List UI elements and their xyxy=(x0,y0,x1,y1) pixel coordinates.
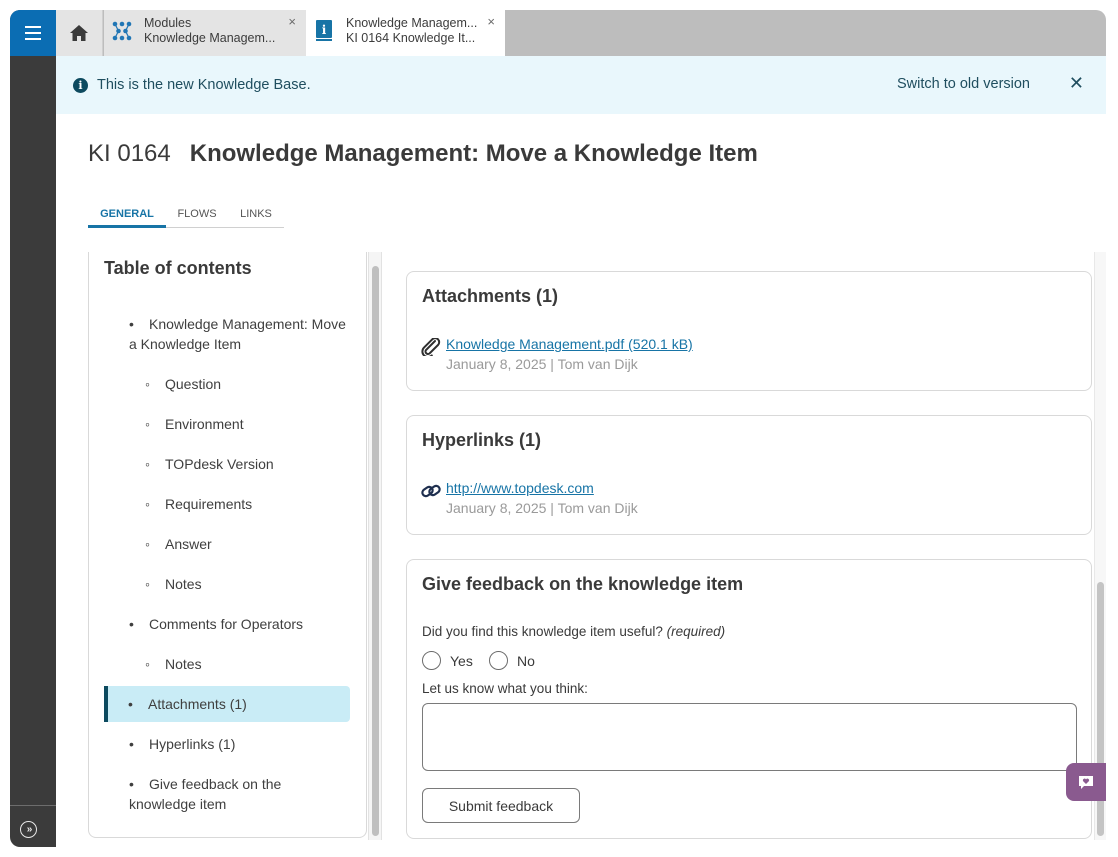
close-tab-icon[interactable]: × xyxy=(487,14,495,29)
tab-ki-title: Knowledge Managem... xyxy=(346,16,478,30)
toc-title: Table of contents xyxy=(104,258,252,278)
tab-knowledge-item[interactable]: i Knowledge Managem... KI 0164 Knowledge… xyxy=(306,10,505,56)
toc-scrollbar-thumb[interactable] xyxy=(372,266,379,836)
app-window: » Modules Knowledge Managem... × i Knowl… xyxy=(10,10,1106,857)
link-icon xyxy=(421,484,441,498)
toc-item-active[interactable]: Attachments (1) xyxy=(104,686,350,722)
toc-item-label: Give feedback on the knowledge item xyxy=(129,776,282,812)
svg-text:i: i xyxy=(322,23,327,37)
attachments-card: Attachments (1) Knowledge Management.pdf… xyxy=(406,271,1092,391)
paperclip-icon xyxy=(421,338,441,356)
hyperlinks-card: Hyperlinks (1) http://www.topdesk.com Ja… xyxy=(406,415,1092,535)
rail-divider xyxy=(10,805,56,806)
toc-item-label: Knowledge Management: Move a Knowledge I… xyxy=(129,316,346,352)
hyperlink-meta: January 8, 2025 | Tom van Dijk xyxy=(446,500,638,516)
toc-item[interactable]: Hyperlinks (1) xyxy=(105,734,351,754)
hamburger-menu-icon xyxy=(25,26,41,40)
toc-item-label: Attachments (1) xyxy=(148,696,247,712)
attachment-link[interactable]: Knowledge Management.pdf (520.1 kB) xyxy=(446,336,693,352)
radio-no-circle[interactable] xyxy=(489,651,508,670)
tab-modules-title: Modules xyxy=(144,16,192,30)
toc-item[interactable]: TOPdesk Version xyxy=(105,454,351,474)
hyperlinks-title: Hyperlinks (1) xyxy=(422,430,542,450)
table-of-contents: Table of contents Knowledge Management: … xyxy=(88,252,367,838)
toc-item-label: Comments for Operators xyxy=(149,616,304,632)
tab-flows[interactable]: FLOWS xyxy=(166,208,228,227)
modules-icon xyxy=(112,21,132,41)
feedback-question: Did you find this knowledge item useful?… xyxy=(422,624,725,639)
detail-tabs: GENERAL FLOWS LINKS xyxy=(88,208,284,228)
ki-number: KI 0164 xyxy=(88,140,171,167)
submit-feedback-button[interactable]: Submit feedback xyxy=(422,788,580,823)
knowledge-item-icon: i xyxy=(316,20,332,41)
toc-item[interactable]: Notes xyxy=(105,574,351,594)
expand-rail-button[interactable]: » xyxy=(20,821,37,838)
attachment-meta: January 8, 2025 | Tom van Dijk xyxy=(446,356,638,372)
comment-textarea[interactable] xyxy=(422,703,1077,771)
toc-item[interactable]: Requirements xyxy=(105,494,351,514)
toc-item[interactable]: Environment xyxy=(105,414,351,434)
feedback-card: Give feedback on the knowledge item Did … xyxy=(406,559,1092,839)
tab-modules[interactable]: Modules Knowledge Managem... × xyxy=(104,10,306,56)
close-banner-icon[interactable]: ✕ xyxy=(1069,73,1084,94)
radio-yes-label: Yes xyxy=(450,652,473,669)
comment-label: Let us know what you think: xyxy=(422,681,588,696)
home-icon xyxy=(70,25,88,41)
toc-item[interactable]: Give feedback on the knowledge item xyxy=(105,774,305,814)
attachments-title: Attachments (1) xyxy=(422,286,559,306)
tab-ki-subtitle: KI 0164 Knowledge It... xyxy=(346,31,476,45)
radio-yes-circle[interactable] xyxy=(422,651,441,670)
toc-scrollbar[interactable] xyxy=(368,252,382,840)
left-rail: » xyxy=(10,10,56,847)
tab-modules-subtitle: Knowledge Managem... xyxy=(144,31,276,45)
ki-title: Knowledge Management: Move a Knowledge I… xyxy=(189,140,758,167)
double-chevron-right-icon: » xyxy=(26,824,32,835)
page-title: KI 0164 Knowledge Management: Move a Kno… xyxy=(88,140,758,168)
toc-item[interactable]: Question xyxy=(105,374,351,394)
radio-no[interactable]: No xyxy=(489,651,535,670)
radio-yes[interactable]: Yes xyxy=(422,651,473,670)
toc-item[interactable]: Knowledge Management: Move a Knowledge I… xyxy=(105,314,351,354)
switch-to-old-version-link[interactable]: Switch to old version xyxy=(897,76,1030,92)
banner-message: This is the new Knowledge Base. xyxy=(97,77,311,93)
toc-item[interactable]: Comments for Operators xyxy=(105,614,351,634)
close-tab-icon[interactable]: × xyxy=(288,14,296,29)
toc-item[interactable]: Notes xyxy=(105,654,351,674)
toc-item-label: Hyperlinks (1) xyxy=(149,736,236,752)
radio-no-label: No xyxy=(517,652,535,669)
chat-heart-icon xyxy=(1079,775,1093,789)
feedback-chat-button[interactable] xyxy=(1066,763,1106,801)
required-marker: (required) xyxy=(666,624,726,639)
feedback-question-text: Did you find this knowledge item useful? xyxy=(422,624,663,639)
tab-links[interactable]: LINKS xyxy=(228,208,284,227)
tab-bar: Modules Knowledge Managem... × i Knowled… xyxy=(56,10,1106,56)
toc-item[interactable]: Answer xyxy=(105,534,351,554)
info-icon: i xyxy=(73,77,88,93)
hyperlink-url[interactable]: http://www.topdesk.com xyxy=(446,480,594,496)
info-banner: i This is the new Knowledge Base. Switch… xyxy=(56,56,1106,114)
main-menu-button[interactable] xyxy=(10,10,56,56)
home-tab[interactable] xyxy=(56,10,103,56)
feedback-title: Give feedback on the knowledge item xyxy=(422,574,744,594)
content-scrollbar[interactable] xyxy=(1094,252,1106,840)
tab-general[interactable]: GENERAL xyxy=(88,208,166,228)
